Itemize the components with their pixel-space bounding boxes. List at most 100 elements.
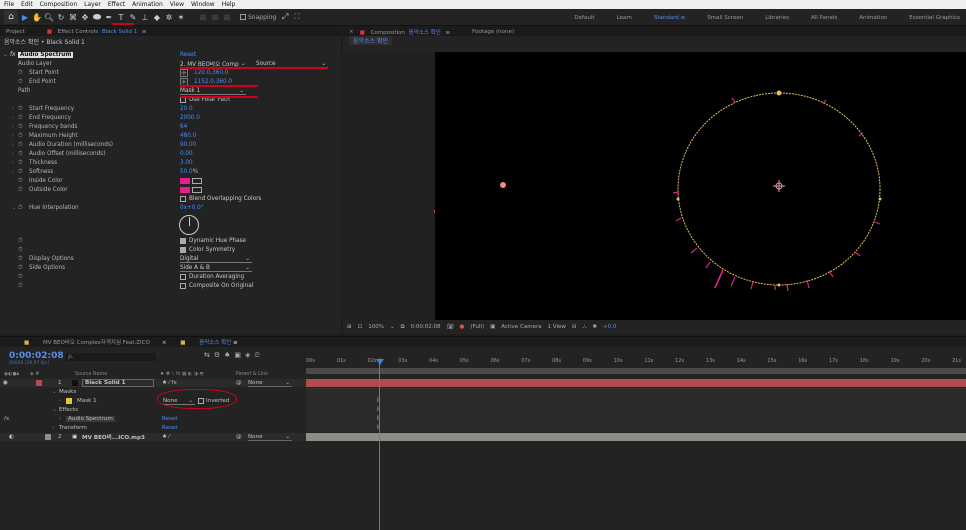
- axis-local-icon[interactable]: ⊞: [198, 12, 208, 22]
- masks-group-row[interactable]: ⌄ Masks: [0, 388, 306, 396]
- stopwatch-icon[interactable]: ⏱: [18, 105, 23, 113]
- snapping-options-icon[interactable]: ⤢: [280, 12, 290, 22]
- start-point-value[interactable]: 120.0,360.0: [194, 70, 228, 76]
- stopwatch-icon[interactable]: ⏱: [18, 237, 23, 245]
- menu-layer[interactable]: Layer: [84, 1, 101, 8]
- camera-snapshot-icon[interactable]: 📷︎: [447, 324, 454, 330]
- rotate-tool-icon[interactable]: ↻: [56, 12, 66, 22]
- camera-dropdown[interactable]: Active Camera: [501, 324, 541, 330]
- stopwatch-icon[interactable]: ⏱: [18, 273, 23, 281]
- parent-dropdown[interactable]: None ⌄: [248, 434, 292, 441]
- effect-header-row[interactable]: ⌄ fx Audio Spectrum Reset: [0, 51, 341, 59]
- stopwatch-icon[interactable]: ⏱: [18, 150, 23, 158]
- work-area-bar[interactable]: [306, 368, 966, 374]
- time-ruler[interactable]: 00s 01s 02s 03s 04s 05s 06s 07s 08s 09s 10s 11s 12s 1…: [306, 356, 966, 368]
- transform-group-row[interactable]: › Transform Reset: [0, 424, 306, 432]
- tab-timeline-comp2[interactable]: × ■ 음악소스 확인 ≡: [162, 338, 238, 346]
- puppet-tool-icon[interactable]: ✶: [176, 12, 186, 22]
- inside-color-swatch[interactable]: [180, 178, 190, 184]
- mask-vertex-left[interactable]: [676, 197, 680, 201]
- frequency-bands-value[interactable]: 64: [180, 124, 187, 130]
- dynamic-hue-checkbox[interactable]: [180, 238, 186, 244]
- mask-vertex-right[interactable]: [878, 197, 882, 201]
- layer-1-duration-bar[interactable]: [306, 379, 966, 387]
- reset-link[interactable]: Reset: [180, 52, 196, 58]
- magnify-icon[interactable]: ⊞: [347, 324, 352, 330]
- snapping-toggle[interactable]: Snapping: [240, 14, 276, 21]
- zoom-dropdown[interactable]: 100%: [368, 324, 384, 330]
- layer-row-2[interactable]: ◐ 2 ▣ MV BEO비...ICO.mp3 ♠ ⁄ @ None ⌄: [0, 433, 306, 441]
- maximum-height-value[interactable]: 480.0: [180, 133, 196, 139]
- stopwatch-icon[interactable]: ⏱: [18, 69, 23, 77]
- layer-row-1[interactable]: ◉ 1 Black Solid 1 ♠ ⁄ fx @ None ⌄: [0, 379, 306, 387]
- stopwatch-icon[interactable]: ⏱: [18, 159, 23, 167]
- eraser-tool-icon[interactable]: ◆: [152, 12, 162, 22]
- use-polar-path-checkbox[interactable]: [180, 97, 186, 103]
- layer-switches[interactable]: ♠ ⁄ fx: [162, 380, 177, 386]
- render-icon[interactable]: ⊟: [572, 324, 577, 330]
- flowchart-icon[interactable]: ⛬: [583, 324, 587, 331]
- mask-vertex-top[interactable]: [776, 90, 782, 96]
- pen-tool-icon[interactable]: ✒: [104, 12, 114, 22]
- menu-edit[interactable]: Edit: [21, 1, 33, 8]
- selection-tool-icon[interactable]: ▶: [20, 12, 30, 22]
- workspace-default[interactable]: Default: [574, 15, 594, 21]
- stopwatch-icon[interactable]: ⏱: [18, 141, 23, 149]
- brush-tool-icon[interactable]: ✎: [128, 12, 138, 22]
- fx-icon[interactable]: fx: [4, 416, 9, 422]
- hue-interpolation-value[interactable]: 0x+0.0°: [180, 205, 204, 211]
- audio-speaker-icon[interactable]: ◐: [9, 434, 14, 440]
- tab-footage[interactable]: Footage (none): [472, 29, 514, 35]
- close-icon[interactable]: ×: [349, 29, 354, 35]
- camera-tool-icon[interactable]: ⌘: [68, 12, 78, 22]
- stopwatch-icon[interactable]: ⏱: [18, 186, 23, 194]
- workspace-libraries[interactable]: Libraries: [765, 15, 789, 21]
- color-symmetry-checkbox[interactable]: [180, 247, 186, 253]
- tab-effect-controls[interactable]: ■ Effect Controls Black Solid 1 ≡: [47, 29, 147, 35]
- exposure-icon[interactable]: ✺: [592, 324, 597, 330]
- audio-spectrum-effect-row[interactable]: fx › Audio Spectrum Reset: [0, 415, 306, 423]
- stopwatch-icon[interactable]: ⏱: [18, 255, 23, 263]
- pan-behind-tool-icon[interactable]: ✥: [80, 12, 90, 22]
- composite-original-checkbox[interactable]: [180, 283, 186, 289]
- hue-angle-dial[interactable]: [179, 215, 199, 235]
- snapping-checkbox[interactable]: [240, 14, 246, 20]
- mask-1-row[interactable]: › Mask 1 None ⌄ Inverted: [0, 397, 306, 405]
- roto-brush-tool-icon[interactable]: ✲: [164, 12, 174, 22]
- workspace-all-panels[interactable]: All Panels: [811, 15, 837, 21]
- grid-icon[interactable]: ⊡: [358, 324, 363, 330]
- visibility-eye-icon[interactable]: ◉: [3, 380, 8, 386]
- current-time[interactable]: 0:00:02:08: [411, 324, 441, 330]
- eyedropper-icon[interactable]: [192, 187, 202, 193]
- menu-view[interactable]: View: [170, 1, 184, 8]
- audio-duration-value[interactable]: 90.00: [180, 142, 196, 148]
- stopwatch-icon[interactable]: ⏱: [18, 114, 23, 122]
- stopwatch-icon[interactable]: ⏱: [18, 246, 23, 254]
- composition-viewer[interactable]: [435, 52, 966, 320]
- parent-pickwhip-icon[interactable]: @: [236, 380, 242, 386]
- region-icon[interactable]: ⧉: [401, 324, 405, 331]
- type-tool-icon[interactable]: T: [116, 12, 126, 22]
- workspace-essential-graphics[interactable]: Essential Graphics: [909, 15, 960, 21]
- duration-averaging-checkbox[interactable]: [180, 274, 186, 280]
- stopwatch-icon[interactable]: ⏱: [18, 132, 23, 140]
- stopwatch-icon[interactable]: ⏱: [18, 78, 23, 86]
- side-options-dropdown[interactable]: Side A & B ⌄: [180, 265, 252, 272]
- mask-vertex-bottom[interactable]: [777, 283, 781, 287]
- views-dropdown[interactable]: 1 View: [548, 324, 566, 330]
- layer-search-input[interactable]: ρ.: [66, 353, 156, 361]
- menu-window[interactable]: Window: [191, 1, 215, 8]
- menu-help[interactable]: Help: [222, 1, 236, 8]
- tab-timeline-comp1[interactable]: ■ MV BEO비오 Complex자격지심 Feat.ZICO: [12, 338, 150, 346]
- playhead-handle[interactable]: [376, 359, 384, 365]
- ellipse-tool-icon[interactable]: ⬬: [92, 12, 102, 23]
- workspace-small-screen[interactable]: Small Screen: [707, 15, 743, 21]
- parent-pickwhip-icon[interactable]: @: [236, 434, 242, 440]
- layer-name[interactable]: Black Solid 1: [82, 379, 154, 387]
- transparency-grid-icon[interactable]: ▣: [490, 324, 495, 330]
- mask-color-swatch[interactable]: [66, 398, 72, 404]
- stopwatch-icon[interactable]: ⏱: [18, 282, 23, 290]
- layer-switches[interactable]: ♠ ⁄: [162, 434, 170, 440]
- menu-composition[interactable]: Composition: [40, 1, 77, 8]
- layer-name[interactable]: MV BEO비...ICO.mp3: [82, 433, 145, 441]
